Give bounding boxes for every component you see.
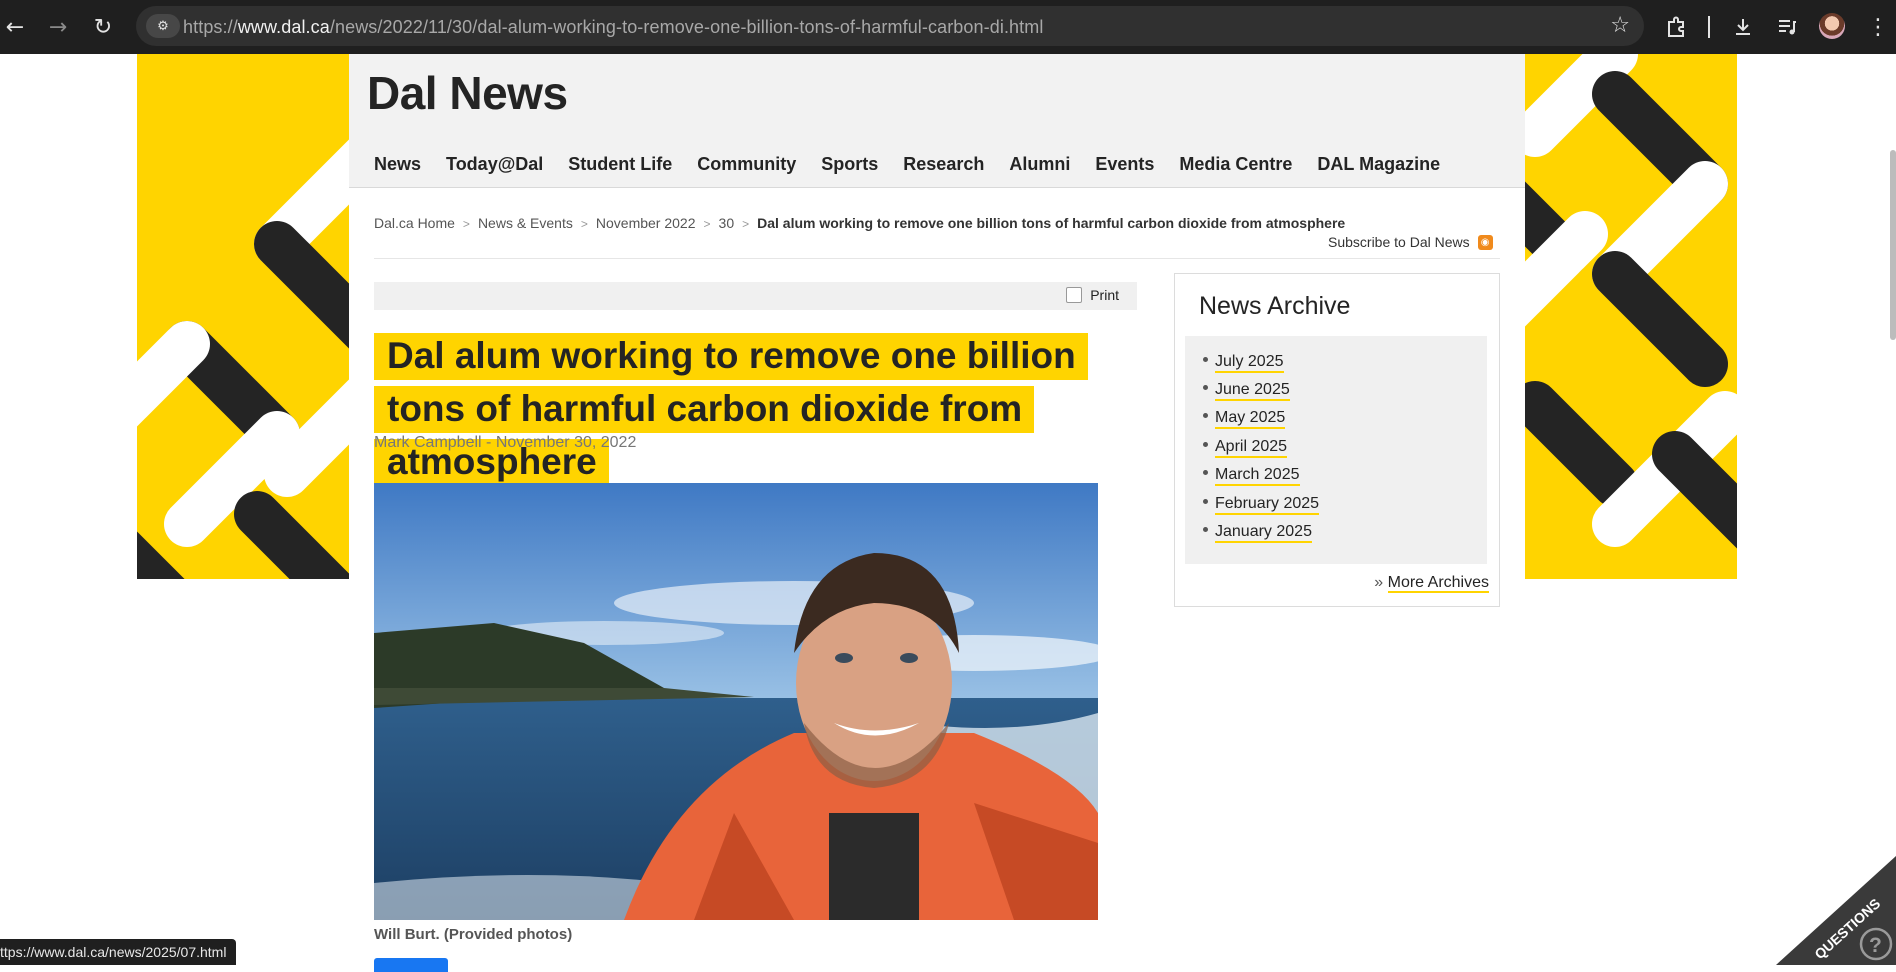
subscribe-label: Subscribe to Dal News (1328, 234, 1470, 250)
print-label: Print (1090, 287, 1119, 303)
article-headline-text: Dal alum working to remove one billion t… (374, 333, 1088, 486)
article-photo (374, 483, 1098, 920)
toolbar-divider (1708, 16, 1710, 38)
archive-link[interactable]: July 2025 (1215, 353, 1284, 373)
archive-item[interactable]: June 2025 (1203, 381, 1290, 401)
nav-item-today-at-dal[interactable]: Today@Dal (434, 154, 556, 175)
printer-icon (1066, 287, 1083, 303)
help-icon: ? (1869, 934, 1882, 957)
archive-item[interactable]: January 2025 (1203, 523, 1312, 543)
bullet-icon (1203, 527, 1208, 533)
profile-avatar[interactable] (1819, 13, 1845, 39)
site-header: Dal News News Today@Dal Student Life Com… (349, 54, 1525, 188)
status-bar-url: ttps://www.dal.ca/news/2025/07.html (0, 939, 237, 965)
breadcrumb-separator: > (742, 217, 750, 231)
news-archive-title: News Archive (1199, 292, 1351, 320)
forward-arrow-icon[interactable]: → (43, 12, 73, 42)
archive-list: July 2025 June 2025 May 2025 April 2025 … (1185, 336, 1487, 564)
download-icon[interactable] (1728, 12, 1758, 42)
nav-item-news[interactable]: News (349, 154, 434, 175)
breadcrumb-separator: > (462, 217, 470, 231)
article-date: November 30, 2022 (495, 434, 637, 451)
breadcrumb-link[interactable]: News & Events (478, 215, 573, 231)
breadcrumb-current: Dal alum working to remove one billion t… (757, 215, 1346, 231)
more-archives-link[interactable]: » More Archives (1374, 574, 1489, 593)
bullet-icon (1203, 385, 1208, 391)
questions-widget[interactable]: QUESTIONS ? (1776, 856, 1896, 965)
more-archives-label[interactable]: More Archives (1387, 574, 1489, 593)
bullet-icon (1203, 442, 1208, 448)
decorative-pattern-right (1525, 54, 1737, 579)
scrollbar-thumb[interactable] (1890, 150, 1896, 340)
breadcrumb-link[interactable]: November 2022 (596, 215, 696, 231)
url-host: www.dal.ca (237, 17, 330, 37)
url-text[interactable]: https://www.dal.ca/news/2022/11/30/dal-a… (183, 17, 1043, 38)
nav-item-alumni[interactable]: Alumni (997, 154, 1083, 175)
breadcrumb-separator: > (580, 217, 588, 231)
archive-link[interactable]: May 2025 (1215, 409, 1286, 429)
more-menu-icon[interactable]: ⋮ (1863, 12, 1893, 42)
bookmark-star-icon[interactable]: ☆ (1610, 13, 1630, 38)
archive-item[interactable]: March 2025 (1203, 466, 1300, 486)
article-headline: Dal alum working to remove one billion t… (374, 329, 1144, 488)
nav-item-media-centre[interactable]: Media Centre (1167, 154, 1305, 175)
archive-item[interactable]: February 2025 (1203, 495, 1320, 515)
nav-item-dal-magazine[interactable]: DAL Magazine (1305, 154, 1453, 175)
breadcrumb-link[interactable]: Dal.ca Home (374, 215, 455, 231)
site-title[interactable]: Dal News (367, 66, 568, 120)
subscribe-link[interactable]: Subscribe to Dal News ◉ (1328, 234, 1493, 250)
breadcrumb-separator: > (703, 217, 711, 231)
reload-icon[interactable]: ↻ (88, 12, 118, 42)
bullet-icon (1203, 413, 1208, 419)
article-tools-bar: Print (374, 282, 1137, 310)
breadcrumb: Dal.ca Home > News & Events > November 2022 >… (374, 215, 1345, 231)
archive-link[interactable]: April 2025 (1215, 438, 1288, 458)
back-arrow-icon[interactable]: ← (0, 12, 30, 42)
nav-item-sports[interactable]: Sports (809, 154, 891, 175)
archive-link[interactable]: January 2025 (1215, 523, 1312, 543)
bullet-icon (1203, 499, 1208, 505)
nav-item-events[interactable]: Events (1083, 154, 1167, 175)
bullet-icon (1203, 470, 1208, 476)
decorative-pattern-left (137, 54, 349, 579)
main-nav: News Today@Dal Student Life Community Sp… (349, 154, 1453, 175)
news-archive-panel: News Archive July 2025 June 2025 May 202… (1174, 273, 1500, 607)
nav-item-research[interactable]: Research (891, 154, 997, 175)
more-archives-prefix: » (1374, 574, 1388, 591)
archive-link[interactable]: June 2025 (1215, 381, 1290, 401)
nav-item-student-life[interactable]: Student Life (556, 154, 685, 175)
archive-item[interactable]: April 2025 (1203, 438, 1288, 458)
archive-item[interactable]: May 2025 (1203, 409, 1286, 429)
address-bar[interactable]: ⚙ https://www.dal.ca/news/2022/11/30/dal… (136, 6, 1644, 46)
archive-link[interactable]: March 2025 (1215, 466, 1300, 486)
archive-link[interactable]: February 2025 (1215, 495, 1320, 515)
extensions-icon[interactable] (1661, 12, 1691, 42)
url-path: /news/2022/11/30/dal-alum-working-to-rem… (329, 17, 1044, 37)
photo-caption: Will Burt. (Provided photos) (374, 926, 573, 943)
archive-item[interactable]: July 2025 (1203, 353, 1284, 373)
article-byline: Mark Campbell - November 30, 2022 (374, 434, 636, 452)
media-controls-icon[interactable] (1772, 12, 1802, 42)
nav-item-community[interactable]: Community (685, 154, 809, 175)
print-button[interactable]: Print (1066, 287, 1119, 303)
facebook-share-button[interactable] (374, 958, 448, 972)
rss-icon[interactable]: ◉ (1477, 234, 1493, 250)
content-divider (374, 258, 1500, 259)
byline-separator: - (481, 434, 496, 451)
breadcrumb-link[interactable]: 30 (719, 215, 735, 231)
browser-toolbar: ← → ↻ ⚙ https://www.dal.ca/news/2022/11/… (0, 0, 1896, 54)
bullet-icon (1203, 357, 1208, 363)
article-author: Mark Campbell (374, 434, 482, 451)
url-scheme: https:// (183, 17, 238, 37)
site-info-icon[interactable]: ⚙ (146, 14, 180, 38)
